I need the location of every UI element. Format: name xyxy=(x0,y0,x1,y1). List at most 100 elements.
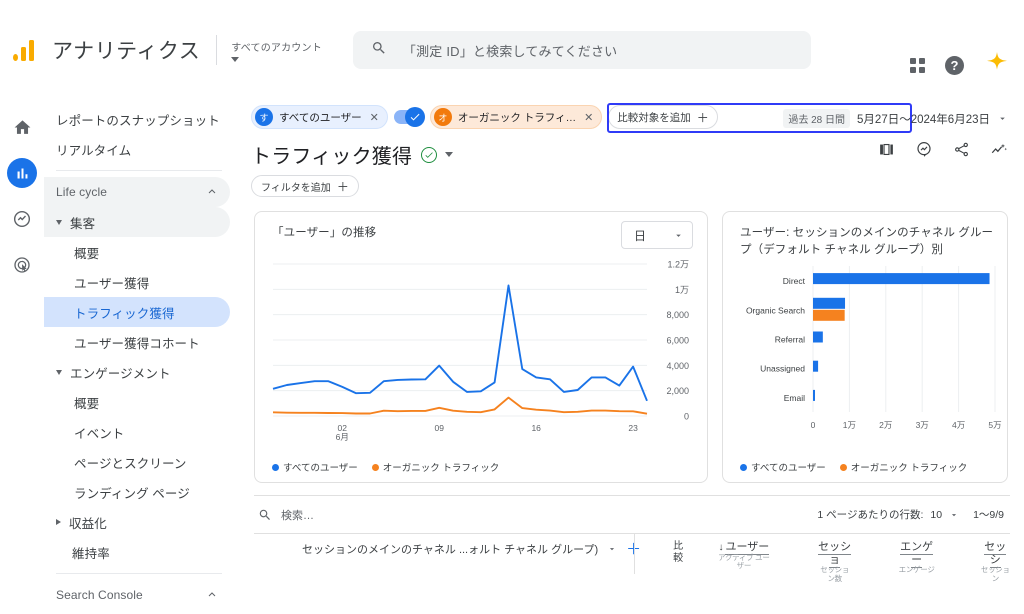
share-icon[interactable] xyxy=(953,141,970,158)
apps-grid-icon[interactable] xyxy=(910,58,925,73)
sidebar-group-monetization[interactable]: 収益化 xyxy=(44,507,230,537)
compare-column-label: 比較 xyxy=(673,541,684,564)
sidebar-group-search-console[interactable]: Search Console xyxy=(44,580,230,610)
global-search-placeholder: 「測定 ID」と検索してみてください xyxy=(402,43,618,59)
date-range-value: 5月27日〜2024年6月23日 xyxy=(857,113,990,126)
reports-bar-chart-icon xyxy=(17,168,27,178)
avatar: す xyxy=(255,108,273,126)
legend-label: すべてのユーザー xyxy=(283,463,358,474)
dimension-header[interactable]: セッションのメインのチャネル ...ォルト チャネル グループ) ＋ xyxy=(254,541,641,557)
granularity-select[interactable]: 日 xyxy=(621,221,693,249)
table-pagination: 1 ページあたりの行数: 10 1〜9/9 xyxy=(817,507,1004,522)
sidebar-item-engagement-overview[interactable]: 概要 xyxy=(44,387,230,417)
help-circle-icon[interactable]: ? xyxy=(945,56,964,75)
date-range-selector[interactable]: 過去 28 日間 5月27日〜2024年6月23日 xyxy=(783,109,1008,128)
sidebar-item-label: イベント xyxy=(74,426,125,441)
sidebar-group-label: 収益化 xyxy=(69,516,107,531)
sidebar-item-events[interactable]: イベント xyxy=(44,417,230,447)
check-icon xyxy=(410,113,420,121)
channel-group-card: ユーザー: セッションのメインのチャネル グループ（デフォルト チャネル グルー… xyxy=(722,211,1008,483)
sidebar-group-label: Life cycle xyxy=(56,185,108,199)
analytics-logo-icon xyxy=(12,35,42,65)
rail-item-explore[interactable] xyxy=(7,204,37,234)
channel-group-bar-chart: 0 1万 2万 3万 4万 5万 Direct Organic Search Referral U… xyxy=(746,266,1002,430)
sidebar-group-life-cycle[interactable]: Life cycle xyxy=(44,177,230,207)
sidebar-item-user-acquisition-cohort[interactable]: ユーザー獲得コホート xyxy=(44,327,230,357)
sidebar-item-realtime[interactable]: リアルタイム xyxy=(44,134,230,164)
sidebar-group-acquisition[interactable]: 集客 xyxy=(44,207,230,237)
date-range-badge: 過去 28 日間 xyxy=(783,109,851,128)
comparison-chip-all-users[interactable]: す すべてのユーザー ✕ xyxy=(251,105,388,129)
column-sessions[interactable]: セッショ セッション数 xyxy=(817,541,853,584)
add-comparison-button[interactable]: 比較対象を追加 ＋ xyxy=(608,105,718,129)
sidebar-item-label: レポートのスナップショット xyxy=(56,113,220,128)
sidebar-item-label: ページとスクリーン xyxy=(74,456,187,471)
column-engagement[interactable]: エンゲー エンゲージ xyxy=(899,541,935,584)
column-label: セッシ xyxy=(984,541,1007,568)
gemini-spark-icon[interactable] xyxy=(984,50,1010,81)
line-chart-legend: すべてのユーザー オーガニック トラフィック xyxy=(272,460,499,474)
svg-text:Direct: Direct xyxy=(783,276,806,286)
trend-icon[interactable] xyxy=(990,140,1008,158)
top-bar: アナリティクス すべてのアカウント 「測定 ID」と検索してみてください ? xyxy=(0,0,1024,100)
comparison-toggle[interactable] xyxy=(393,107,425,127)
comparison-chip-organic-traffic[interactable]: オ オーガニック トラフィ… ✕ xyxy=(429,105,603,129)
caret-right-icon xyxy=(56,519,61,525)
column-label: エンゲー xyxy=(900,541,934,568)
svg-text:1.2万: 1.2万 xyxy=(667,260,689,270)
sidebar-item-landing-page[interactable]: ランディング ページ xyxy=(44,477,230,507)
column-sublabel: アクティブ ユーザー xyxy=(718,552,770,571)
global-search-input[interactable]: 「測定 ID」と検索してみてください xyxy=(352,31,811,69)
chevron-down-icon[interactable] xyxy=(445,152,454,157)
rows-per-page-label: 1 ページあたりの行数: xyxy=(817,509,924,521)
icon-rail xyxy=(0,100,44,614)
sidebar-item-acquisition-overview[interactable]: 概要 xyxy=(44,237,230,267)
rail-item-advertising[interactable] xyxy=(7,250,37,280)
svg-text:23: 23 xyxy=(628,423,638,433)
sidebar-item-search-console[interactable]: Search Console xyxy=(44,610,230,614)
caret-down-icon xyxy=(56,219,62,225)
rail-item-reports[interactable] xyxy=(7,158,37,188)
report-header: トラフィック獲得 xyxy=(240,134,1024,169)
dimension-label: セッションのメインのチャネル ...ォルト チャネル グループ) xyxy=(302,544,599,556)
sidebar-item-retention[interactable]: 維持率 xyxy=(44,537,230,567)
svg-text:4万: 4万 xyxy=(952,420,965,430)
column-users[interactable]: ↓ ユーザー アクティブ ユーザー xyxy=(717,541,771,584)
legend-item: オーガニック トラフィック xyxy=(839,460,967,474)
legend-item: すべてのユーザー xyxy=(272,460,358,474)
chevron-down-icon xyxy=(231,56,240,62)
sidebar-item-user-acquisition[interactable]: ユーザー獲得 xyxy=(44,267,230,297)
account-selector[interactable]: すべてのアカウント xyxy=(231,39,322,62)
rows-per-page-select[interactable]: 1 ページあたりの行数: 10 xyxy=(817,507,959,522)
table-search-placeholder: 検索… xyxy=(281,509,314,522)
rail-item-home[interactable] xyxy=(7,112,37,142)
column-session-rate[interactable]: セッシ セッション xyxy=(981,541,1010,584)
legend-swatch xyxy=(740,463,747,471)
table-search-input[interactable]: 検索… xyxy=(254,507,314,523)
legend-swatch xyxy=(272,463,279,471)
sidebar-item-label: トラフィック獲得 xyxy=(74,306,175,321)
insights-icon[interactable] xyxy=(915,140,933,158)
close-icon[interactable]: ✕ xyxy=(370,111,379,124)
legend-swatch xyxy=(839,463,847,471)
add-filter-button[interactable]: フィルタを追加 ＋ xyxy=(251,175,359,197)
svg-text:4,000: 4,000 xyxy=(666,361,689,371)
check-circle-icon[interactable] xyxy=(421,146,438,163)
sidebar-group-engagement[interactable]: エンゲージメント xyxy=(44,357,230,387)
compare-column-header: 比較 xyxy=(669,541,687,564)
metric-columns: ↓ ユーザー アクティブ ユーザー セッショ セッション数 エンゲー エンゲージ … xyxy=(717,541,1010,584)
table-header: セッションのメインのチャネル ...ォルト チャネル グループ) ＋ 比較 ↓ユ… xyxy=(254,533,1010,583)
svg-text:6月: 6月 xyxy=(336,432,349,442)
svg-text:8,000: 8,000 xyxy=(666,310,689,320)
comparison-chip-label: オーガニック トラフィ… xyxy=(457,111,577,124)
svg-text:09: 09 xyxy=(434,423,444,433)
sidebar-item-reports-snapshot[interactable]: レポートのスナップショット xyxy=(44,104,230,134)
sidebar-item-pages-and-screens[interactable]: ページとスクリーン xyxy=(44,447,230,477)
svg-text:0: 0 xyxy=(684,412,689,422)
close-icon[interactable]: ✕ xyxy=(584,111,593,124)
compare-icon[interactable] xyxy=(878,141,895,158)
sidebar-item-traffic-acquisition[interactable]: トラフィック獲得 xyxy=(44,297,230,327)
svg-text:0: 0 xyxy=(811,420,816,430)
divider xyxy=(56,573,222,574)
divider xyxy=(634,534,635,574)
